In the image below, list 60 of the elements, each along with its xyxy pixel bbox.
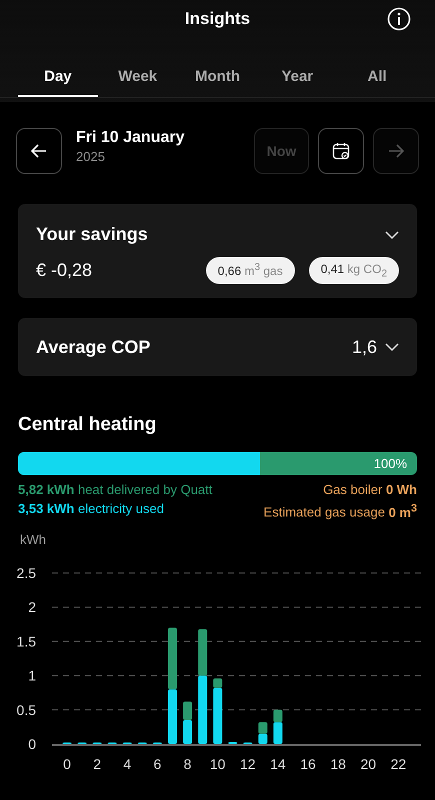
x-tick-label: 14 bbox=[270, 756, 286, 772]
calendar-icon bbox=[331, 141, 351, 161]
x-tick-label: 16 bbox=[300, 756, 316, 772]
x-tick-label: 18 bbox=[330, 756, 346, 772]
electricity-bar bbox=[183, 720, 192, 744]
x-tick-label: 2 bbox=[93, 756, 102, 772]
info-icon[interactable] bbox=[387, 7, 411, 31]
heat-bar bbox=[183, 701, 192, 720]
y-tick-label: 0.5 bbox=[16, 702, 36, 718]
legend-text: Gas boiler 0 Wh bbox=[322, 481, 417, 500]
savings-chip: 0,41 kg CO$_{2}$ bbox=[308, 257, 399, 284]
legend-text: 5,82 kWh heat delivered by Quatt bbox=[18, 481, 212, 500]
period-tab[interactable]: Year bbox=[257, 58, 338, 97]
page-title: Insights bbox=[184, 9, 250, 29]
previous-button[interactable] bbox=[16, 128, 62, 174]
y-tick-label: 1.5 bbox=[16, 633, 36, 650]
y-tick-label: 1 bbox=[28, 667, 36, 684]
heat-bar bbox=[273, 710, 282, 722]
heat-bar bbox=[258, 722, 268, 734]
savings-amount: € -0,28 bbox=[36, 260, 92, 282]
electricity-bar bbox=[168, 689, 177, 744]
electricity-bar bbox=[213, 688, 222, 744]
x-tick-label: 8 bbox=[184, 756, 192, 772]
cop-value: 1,6 bbox=[352, 336, 377, 358]
heat-bar bbox=[198, 628, 208, 676]
section-title: Central heating bbox=[18, 414, 158, 436]
period-tab[interactable]: Month bbox=[178, 58, 258, 97]
electricity-bar bbox=[198, 675, 208, 744]
heat-bar bbox=[168, 627, 177, 689]
electricity-bar bbox=[273, 722, 282, 744]
y-tick-label: 2.5 bbox=[16, 564, 36, 581]
x-tick-label: 20 bbox=[360, 756, 376, 772]
legend-text: Estimated gas usage 0 m$^{3}$ bbox=[264, 501, 417, 522]
legend-text: 3,53 kWh electricity used bbox=[18, 500, 165, 518]
x-tick-label: 10 bbox=[210, 756, 226, 772]
period-tab[interactable]: All bbox=[337, 58, 417, 97]
chevron-icon[interactable] bbox=[385, 230, 399, 240]
heat-bar bbox=[213, 678, 222, 688]
electricity-bar bbox=[228, 742, 238, 744]
calendar-button[interactable] bbox=[318, 128, 364, 174]
chevron-icon[interactable] bbox=[385, 342, 399, 352]
date-label: Fri 10 January bbox=[76, 128, 186, 146]
percent-label: 100% bbox=[374, 456, 407, 472]
x-tick-label: 6 bbox=[154, 756, 162, 772]
savings-chip: 0,66 m$^{3}$ gas bbox=[206, 257, 295, 284]
card-title: Average COP bbox=[36, 336, 150, 358]
y-axis-label: kWh bbox=[20, 532, 46, 547]
x-tick-label: 12 bbox=[240, 756, 256, 772]
period-tab[interactable]: Day bbox=[18, 58, 98, 97]
x-tick-label: 22 bbox=[390, 756, 406, 772]
electricity-bar bbox=[258, 733, 268, 744]
x-tick-label: 0 bbox=[63, 756, 71, 772]
y-tick-label: 2 bbox=[28, 598, 36, 615]
card-title: Your savings bbox=[36, 224, 148, 245]
savings-card[interactable]: Your savings € -0,28 0,66 m$^{3}$ gas 0,41 kg CO$_{2}$ bbox=[18, 204, 417, 298]
y-tick-label: 0 bbox=[28, 736, 36, 752]
period-tab[interactable]: Week bbox=[98, 58, 178, 97]
year-label: 2025 bbox=[76, 148, 106, 164]
cop-card[interactable]: Average COP 1,6 bbox=[18, 318, 417, 376]
x-tick-label: 4 bbox=[123, 756, 132, 772]
